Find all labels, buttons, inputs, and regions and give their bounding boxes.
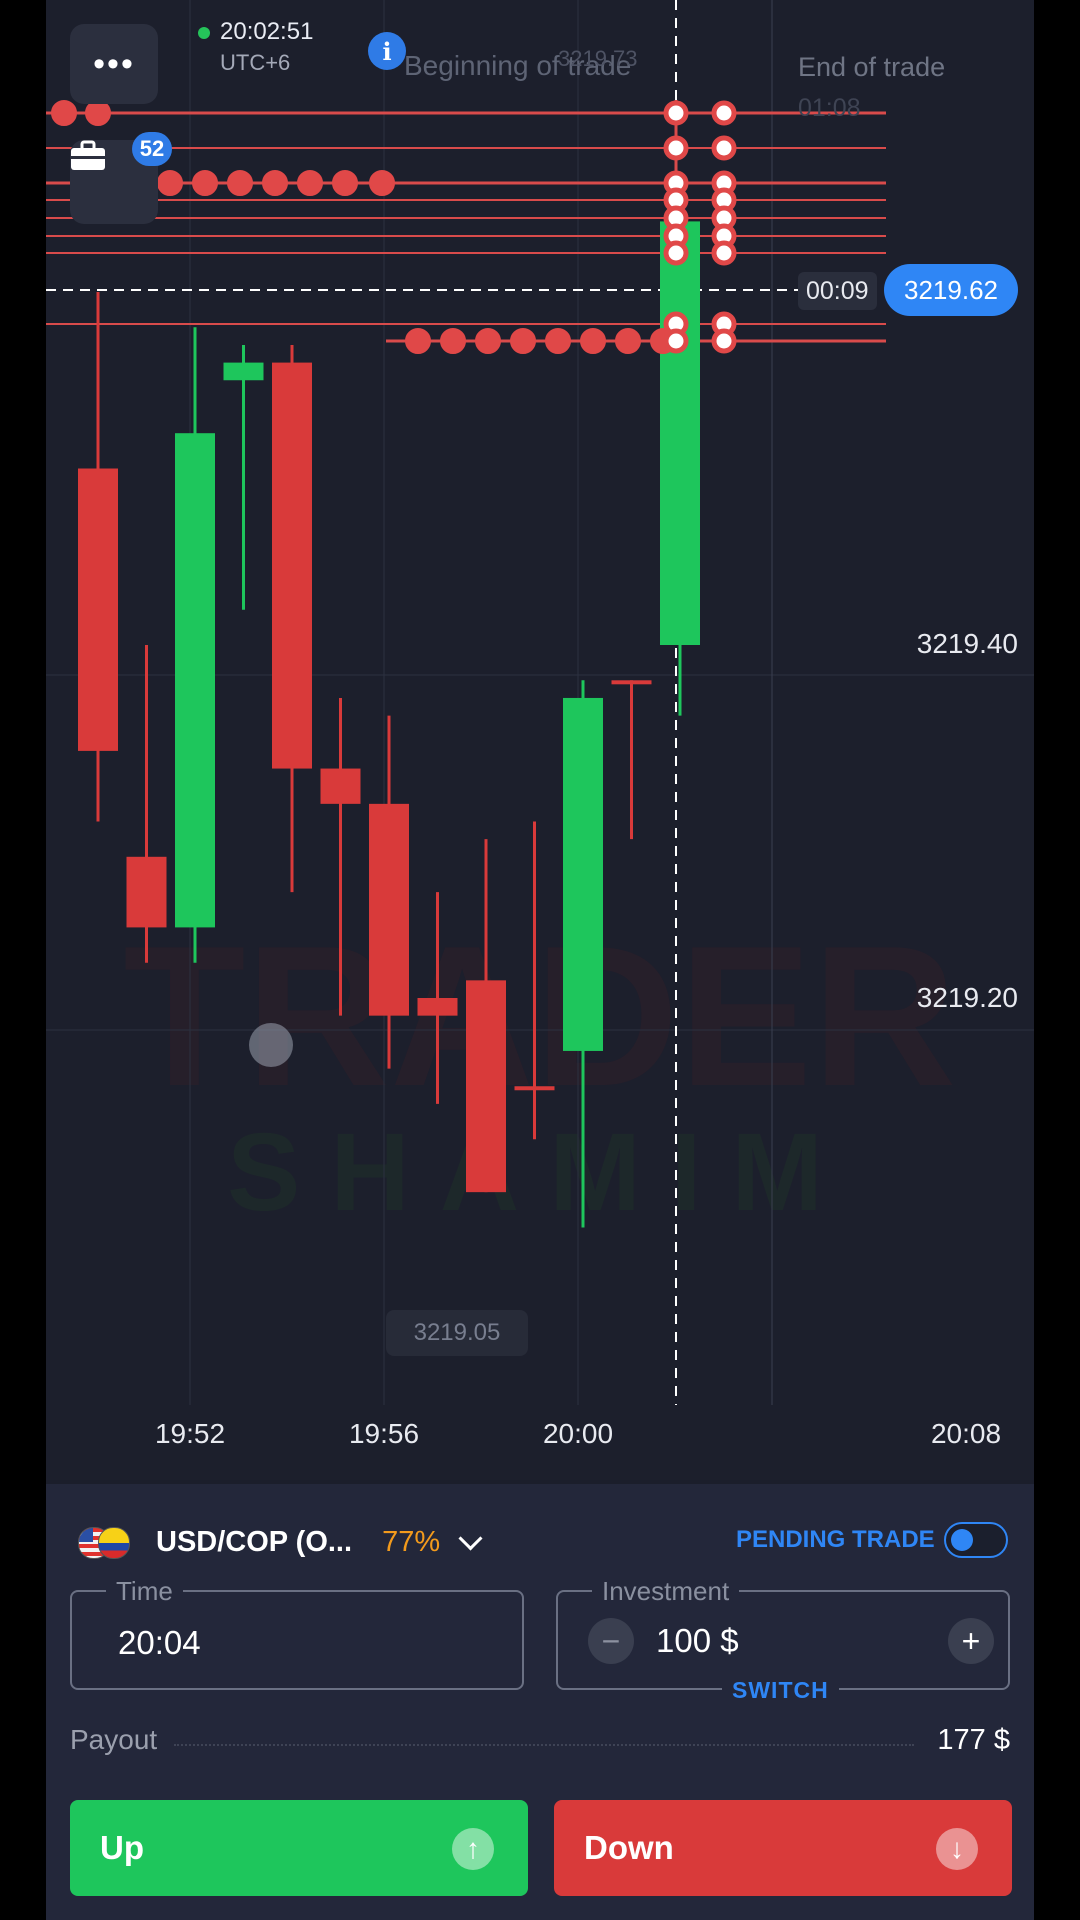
down-trade-icon[interactable] — [405, 328, 431, 354]
trade-point-icon[interactable] — [663, 240, 689, 266]
clock-time: 20:02:51 — [220, 18, 314, 45]
payout-row: Payout 177 $ — [70, 1724, 1010, 1764]
chart-canvas[interactable]: TRADER SHAMIM — [46, 0, 1034, 1480]
candle-body — [466, 980, 506, 1193]
candle-body — [272, 362, 312, 769]
down-trade-icon[interactable] — [192, 170, 218, 196]
investment-value[interactable]: 100 $ — [656, 1622, 739, 1660]
menu-button[interactable]: ••• — [70, 24, 158, 104]
time-value[interactable]: 20:04 — [118, 1624, 201, 1662]
pending-trade-toggle[interactable] — [944, 1522, 1008, 1558]
down-trade-icon[interactable] — [262, 170, 288, 196]
arrow-up-icon: ↑ — [452, 1828, 494, 1870]
watermark-subtext: SHAMIM — [227, 1111, 853, 1234]
candle-countdown: 00:09 — [798, 272, 877, 310]
decrease-investment-button[interactable]: − — [588, 1618, 634, 1664]
trade-point-icon[interactable] — [663, 100, 689, 126]
candle-body — [611, 680, 652, 685]
trade-point-icon[interactable] — [663, 135, 689, 161]
switch-button[interactable]: SWITCH — [722, 1677, 839, 1704]
trade-point-icon[interactable] — [711, 328, 737, 354]
price-axis-label: 3219.20 — [916, 982, 1018, 1013]
down-trade-icon[interactable] — [51, 100, 77, 126]
payout-label: Payout — [70, 1724, 158, 1755]
end-of-trade-label: End of trade — [798, 52, 946, 82]
current-price-tag: 3219.62 — [884, 264, 1018, 316]
info-icon[interactable]: i — [368, 32, 406, 70]
down-trade-icon[interactable] — [227, 170, 253, 196]
trade-panel: USD/COP (O... 77% PENDING TRADE Time 20:… — [46, 1484, 1034, 1920]
briefcase-icon — [71, 140, 105, 170]
arrow-down-icon: ↓ — [936, 1828, 978, 1870]
down-trade-icon[interactable] — [297, 170, 323, 196]
time-axis-label: 19:56 — [348, 1418, 420, 1449]
down-trade-icon[interactable] — [580, 328, 606, 354]
down-trade-icon[interactable] — [475, 328, 501, 354]
down-trade-icon[interactable] — [157, 170, 183, 196]
candle-body — [369, 803, 409, 1016]
currency-flags-icon — [78, 1525, 130, 1559]
candle-body — [660, 221, 700, 645]
asset-name: USD/COP (O... — [156, 1525, 353, 1558]
down-trade-icon[interactable] — [369, 170, 395, 196]
investment-field[interactable]: Investment − 100 $ + SWITCH — [556, 1576, 1010, 1704]
investment-field-label: Investment — [592, 1576, 740, 1607]
candle-body — [563, 697, 603, 1051]
candle-body — [514, 1086, 555, 1091]
candle-body — [320, 768, 361, 804]
candle-body — [126, 856, 167, 928]
time-axis-label: 19:52 — [154, 1418, 226, 1449]
time-axis-label: 20:00 — [542, 1418, 614, 1449]
asset-selector[interactable]: USD/COP (O... 77% — [78, 1522, 483, 1562]
trading-app: TRADER SHAMIM ••• 52 20:02:51 UTC+6 i Be… — [46, 0, 1034, 1920]
more-icon: ••• — [93, 44, 135, 83]
candle-body — [417, 998, 458, 1016]
down-button-label: Down — [584, 1829, 674, 1866]
trade-point-icon[interactable] — [711, 135, 737, 161]
chevron-down-icon — [458, 1525, 483, 1551]
time-field-label: Time — [106, 1576, 183, 1607]
trade-point-icon[interactable] — [663, 328, 689, 354]
down-trade-icon[interactable] — [615, 328, 641, 354]
time-axis-label: 20:08 — [930, 1418, 1002, 1449]
trade-point-icon[interactable] — [711, 240, 737, 266]
up-button-label: Up — [100, 1829, 144, 1866]
clock-timezone: UTC+6 — [220, 50, 291, 75]
candle-body — [78, 468, 118, 751]
time-field[interactable]: Time 20:04 — [70, 1576, 524, 1690]
asset-payout-percent: 77% — [382, 1525, 441, 1558]
watermark-text: TRADER — [123, 905, 956, 1128]
down-trade-icon[interactable] — [440, 328, 466, 354]
candle-body — [175, 433, 215, 928]
price-chart[interactable]: TRADER SHAMIM ••• 52 20:02:51 UTC+6 i Be… — [46, 0, 1034, 1480]
beginning-price-label: 3219.73 — [558, 46, 638, 71]
cursor-icon[interactable] — [249, 1023, 293, 1067]
candle-body — [223, 362, 264, 381]
payout-divider — [174, 1744, 914, 1746]
pending-trade-label: PENDING TRADE — [736, 1526, 935, 1553]
low-price-marker: 3219.05 — [386, 1310, 528, 1356]
open-trades-badge: 52 — [132, 132, 172, 166]
payout-value: 177 $ — [937, 1724, 1010, 1756]
trade-point-icon[interactable] — [711, 100, 737, 126]
end-of-trade-timer: 01:08 — [798, 94, 861, 122]
price-axis-label: 3219.40 — [916, 628, 1018, 659]
down-trade-icon[interactable] — [510, 328, 536, 354]
up-button[interactable]: Up ↑ — [70, 1800, 528, 1896]
increase-investment-button[interactable]: + — [948, 1618, 994, 1664]
online-status-icon — [198, 27, 210, 39]
down-trade-icon[interactable] — [85, 100, 111, 126]
down-trade-icon[interactable] — [545, 328, 571, 354]
down-button[interactable]: Down ↓ — [554, 1800, 1012, 1896]
down-trade-icon[interactable] — [332, 170, 358, 196]
colombia-flag-icon — [98, 1527, 130, 1559]
